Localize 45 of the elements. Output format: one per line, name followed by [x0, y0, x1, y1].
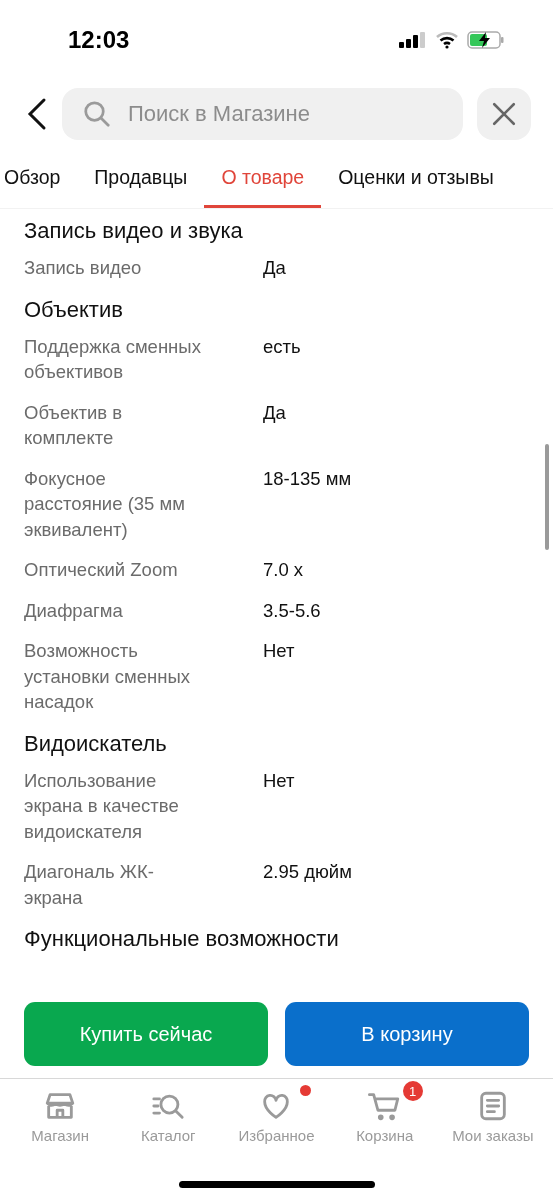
spec-label: Диагональ ЖК-экрана — [24, 860, 155, 910]
section-title: Функциональные возможности — [24, 925, 340, 953]
nav-item[interactable]: Каталог — [114, 1079, 223, 1147]
search-input[interactable]: Поиск в Магазине — [126, 100, 443, 128]
spec-value: Нет — [263, 639, 296, 663]
tab[interactable]: Оценки и отзывы — [321, 154, 511, 208]
spec-value: 7.0 x — [263, 558, 305, 582]
tab[interactable]: Обзор — [4, 154, 78, 208]
spec-label: Фокусное расстояние (35 мм эквивалент) — [24, 466, 186, 542]
spec-value: 18-135 мм — [263, 466, 353, 491]
close-icon — [491, 101, 517, 127]
tab[interactable]: Продавцы — [77, 154, 205, 208]
spec-value: Да — [263, 400, 287, 425]
spec-label: Возможность установки сменных насадок — [24, 639, 191, 714]
nav-item[interactable]: Мои заказы — [438, 1079, 547, 1147]
spec-value: Нет — [263, 768, 296, 793]
nav-item[interactable]: Магазин — [6, 1079, 115, 1147]
battery-charging-icon — [467, 31, 505, 49]
status-time: 12:03 — [68, 26, 130, 54]
spec-label: Поддержка сменных объективов — [24, 334, 202, 384]
spec-label: Оптический Zoom — [24, 558, 179, 582]
spec-value: 2.95 дюйм — [263, 860, 353, 884]
spec-label: Запись видео — [24, 256, 143, 280]
count-badge: 1 — [402, 1081, 423, 1101]
spec-label: Использование экрана в качестве видоискателя — [24, 768, 180, 844]
spec-value: 3.5-5.6 — [263, 598, 322, 623]
section-title: Видоискатель — [24, 729, 168, 758]
signal-icon — [399, 32, 427, 48]
search-field[interactable]: Поиск в Магазине — [62, 88, 463, 140]
search-icon — [82, 99, 112, 129]
nav-item[interactable]: 1 Корзина — [330, 1079, 439, 1147]
back-button[interactable] — [26, 97, 48, 131]
spec-label: Объектив в комплекте — [24, 400, 124, 450]
section-title: Объектив — [24, 295, 124, 324]
spec-value: Да — [263, 256, 287, 280]
spec-value: есть — [263, 334, 302, 359]
section-title: Запись видео и звука — [24, 217, 244, 245]
buy-now-button[interactable]: Купить сейчас — [24, 1002, 268, 1066]
nav-item[interactable]: Избранное — [222, 1079, 331, 1147]
back-icon — [26, 97, 48, 131]
close-button[interactable] — [477, 88, 531, 140]
spec-label: Диафрагма — [24, 598, 124, 623]
wifi-icon — [435, 31, 459, 49]
add-to-cart-button[interactable]: В корзину — [285, 1002, 529, 1066]
tab[interactable]: О товаре — [204, 154, 322, 208]
